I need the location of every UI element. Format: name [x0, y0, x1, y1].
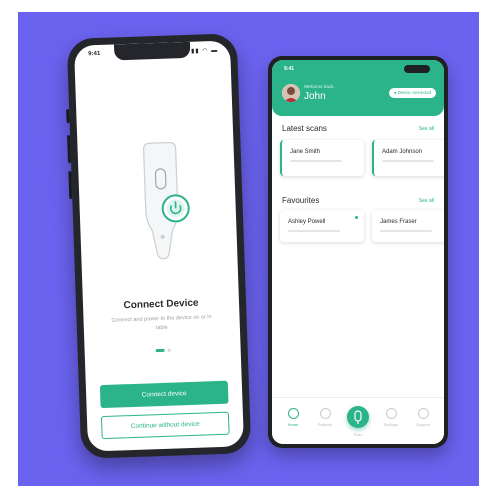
latest-scans-title: Latest scans: [282, 124, 327, 133]
connect-device-screen: 9:41 ▮▮ ◠ ▬ Connect Device Connect and p…: [73, 40, 245, 452]
camera-cutout: [404, 65, 430, 73]
status-time: 9:41: [88, 50, 101, 58]
scan-card-details: [290, 160, 342, 162]
favourites-title: Favourites: [282, 196, 320, 205]
status-icons: ▮▮ ◠ ▬: [190, 47, 219, 55]
nav-patients[interactable]: Patients: [310, 408, 340, 427]
scan-device-icon: [347, 406, 369, 428]
favourite-indicator: [355, 216, 358, 219]
home-header: 9:41 Welcome back, John ● Device connect…: [272, 60, 444, 116]
phone-left: 9:41 ▮▮ ◠ ▬ Connect Device Connect and p…: [66, 33, 252, 459]
nav-label: Scan: [353, 432, 363, 437]
user-name: John: [304, 91, 326, 102]
favourite-patient-name: James Fraser: [380, 219, 417, 225]
page-dot-active: [155, 348, 165, 353]
latest-scans-see-all-link[interactable]: See all: [419, 126, 434, 132]
nav-label: Support: [415, 422, 430, 427]
connect-device-button[interactable]: Connect device: [99, 380, 229, 409]
scan-device-glyph: [354, 410, 362, 424]
bottom-navigation: Home Patients Scan Settings Support: [272, 397, 444, 444]
gear-icon: [385, 408, 397, 419]
status-time: 9:41: [284, 66, 295, 72]
home-icon: [287, 408, 299, 419]
nav-support[interactable]: Support: [408, 408, 438, 427]
device-connected-badge[interactable]: ● Device connected: [389, 88, 436, 98]
favourite-patient-name: Ashley Powell: [288, 219, 326, 225]
connect-device-title: Connect Device: [123, 297, 199, 312]
avatar[interactable]: [282, 84, 300, 102]
scan-patient-name: Jane Smith: [290, 149, 321, 155]
user-avatar-icon: [282, 84, 300, 102]
scan-card[interactable]: Jane Smith: [280, 140, 364, 176]
continue-without-device-button[interactable]: Continue without device: [100, 411, 230, 440]
promo-background: 9:41 ▮▮ ◠ ▬ Connect Device Connect and p…: [18, 12, 479, 486]
ultrasound-device-illustration: [143, 141, 190, 260]
scan-card-details: [382, 160, 434, 162]
home-screen: 9:41 Welcome back, John ● Device connect…: [272, 60, 444, 444]
favourites-see-all-link[interactable]: See all: [419, 198, 434, 204]
nav-label: Home: [287, 422, 299, 427]
nav-label: Patients: [317, 422, 333, 427]
nav-home[interactable]: Home: [278, 408, 308, 427]
nav-settings[interactable]: Settings: [376, 408, 406, 427]
connect-device-description: Connect and power to the device on or in…: [111, 314, 212, 332]
notch: [113, 41, 191, 61]
scan-card[interactable]: Adam Johnson: [372, 140, 444, 176]
favourite-card-details: [288, 230, 340, 232]
page-dot: [167, 348, 171, 352]
volume-up-button: [67, 135, 72, 164]
volume-down-button: [68, 171, 73, 200]
nav-scan[interactable]: Scan: [343, 406, 373, 437]
phone-right: 9:41 Welcome back, John ● Device connect…: [268, 56, 448, 448]
welcome-text: Welcome back,: [304, 84, 335, 89]
help-icon: [417, 408, 429, 419]
favourite-card[interactable]: James Fraser: [372, 210, 444, 242]
favourite-card[interactable]: Ashley Powell: [280, 210, 364, 242]
folder-icon: [319, 408, 331, 419]
mute-switch: [66, 109, 70, 124]
page-indicator: [85, 346, 241, 354]
scan-patient-name: Adam Johnson: [382, 149, 423, 155]
favourite-card-details: [380, 230, 432, 232]
nav-label: Settings: [383, 422, 399, 427]
